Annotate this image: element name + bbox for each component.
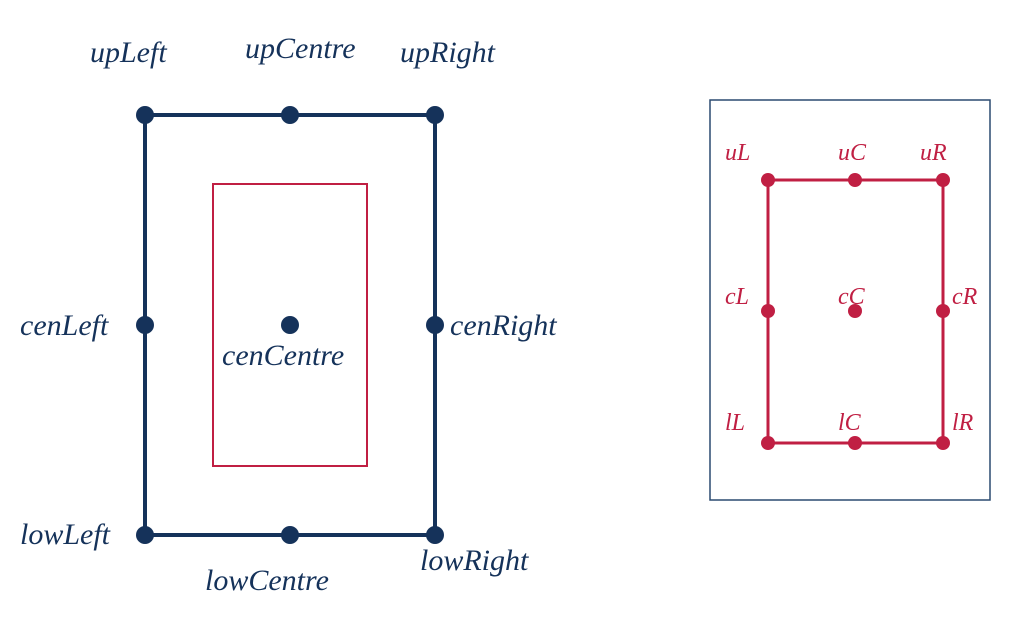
- label-upLeft: upLeft: [90, 36, 167, 69]
- label-lowLeft: lowLeft: [20, 518, 111, 551]
- dot-upCentre: [281, 106, 299, 124]
- left-diagram: upLeft upCentre upRight cenLeft cenCentr…: [20, 32, 557, 597]
- label-cenCentre: cenCentre: [222, 339, 344, 372]
- label-lC: lC: [838, 410, 862, 436]
- dot-lowCentre: [281, 526, 299, 544]
- label-uL: uL: [725, 140, 750, 166]
- dot-cL: [761, 304, 775, 318]
- dot-upRight: [426, 106, 444, 124]
- label-lowCentre: lowCentre: [205, 564, 329, 597]
- label-cR: cR: [952, 284, 978, 310]
- dot-lowLeft: [136, 526, 154, 544]
- dot-lR: [936, 436, 950, 450]
- dot-uR: [936, 173, 950, 187]
- label-upCentre: upCentre: [245, 32, 356, 65]
- dot-lL: [761, 436, 775, 450]
- dot-cenCentre: [281, 316, 299, 334]
- dot-cenRight: [426, 316, 444, 334]
- label-cenLeft: cenLeft: [20, 309, 109, 342]
- label-upRight: upRight: [400, 36, 496, 69]
- label-lowRight: lowRight: [420, 544, 529, 577]
- label-cL: cL: [725, 284, 749, 310]
- dot-upLeft: [136, 106, 154, 124]
- label-cC: cC: [838, 284, 866, 310]
- label-lR: lR: [952, 410, 974, 436]
- diagram-canvas: upLeft upCentre upRight cenLeft cenCentr…: [0, 0, 1024, 638]
- dot-cenLeft: [136, 316, 154, 334]
- dot-uC: [848, 173, 862, 187]
- right-diagram: uL uC uR cL cC cR lL lC lR: [710, 100, 990, 500]
- dot-lowRight: [426, 526, 444, 544]
- label-uC: uC: [838, 140, 867, 166]
- label-lL: lL: [725, 410, 745, 436]
- dot-uL: [761, 173, 775, 187]
- dot-lC: [848, 436, 862, 450]
- dot-cR: [936, 304, 950, 318]
- label-cenRight: cenRight: [450, 309, 557, 342]
- label-uR: uR: [920, 140, 947, 166]
